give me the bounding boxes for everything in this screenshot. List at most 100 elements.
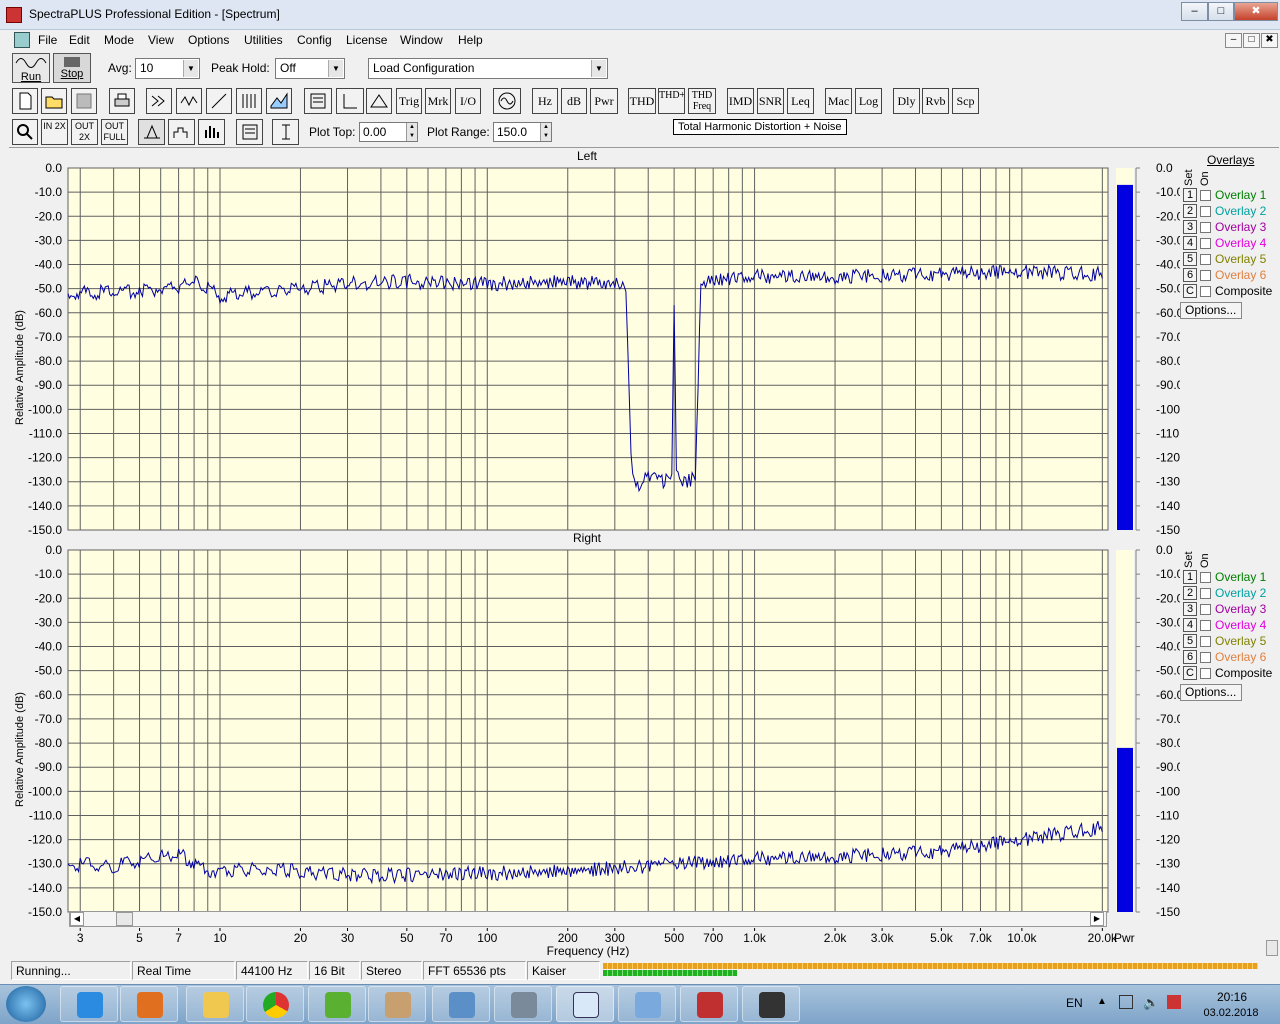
right-spectrum-chart[interactable]: 0.0 -10.0 -20.0 -30.0 -40.0 -50.0 -60.0 -70.0 -8… [0, 542, 1180, 922]
mdi-close-button[interactable]: ✖ [1261, 33, 1278, 48]
taskbar-spectraplus[interactable] [556, 986, 614, 1022]
overlay-set-button[interactable]: 2 [1183, 204, 1197, 218]
taskbar-m-app[interactable] [494, 986, 552, 1022]
overlay-checkbox[interactable] [1200, 604, 1211, 615]
rvb-button[interactable]: Rvb [922, 88, 949, 114]
overlay-checkbox[interactable] [1200, 286, 1211, 297]
io-button[interactable]: I/O [455, 88, 481, 114]
overlay-checkbox[interactable] [1200, 652, 1211, 663]
dly-button[interactable]: Dly [893, 88, 920, 114]
taskbar-chrome[interactable] [246, 986, 304, 1022]
avg-select[interactable]: 10 ▼ [135, 58, 200, 79]
menu-license[interactable]: License [346, 33, 387, 47]
menu-help[interactable]: Help [458, 33, 483, 47]
action-center-icon[interactable] [1167, 995, 1181, 1009]
network-icon[interactable] [1119, 995, 1133, 1009]
overlay-checkbox[interactable] [1200, 190, 1211, 201]
config-select[interactable]: Load Configuration ▼ [368, 58, 608, 79]
plot-properties-button[interactable] [236, 119, 263, 145]
overlay-set-button[interactable]: C [1183, 284, 1197, 298]
clock-date[interactable]: 03.02.2018 [1200, 1007, 1262, 1019]
new-file-button[interactable] [12, 88, 38, 114]
menu-mode[interactable]: Mode [104, 33, 134, 47]
mrk-button[interactable]: Mrk [425, 88, 451, 114]
mac-button[interactable]: Mac [825, 88, 852, 114]
horizontal-scrollbar[interactable] [69, 911, 1107, 927]
stop-button[interactable]: Stop [53, 53, 91, 83]
menu-file[interactable]: File [38, 33, 57, 47]
overlay-checkbox[interactable] [1200, 588, 1211, 599]
scroll-left-icon[interactable]: ◀ [70, 912, 84, 926]
menu-utilities[interactable]: Utilities [244, 33, 283, 47]
forward-button[interactable] [146, 88, 172, 114]
thd-n-button[interactable]: THD+N [658, 88, 685, 114]
overlay-checkbox[interactable] [1200, 620, 1211, 631]
overlay-set-button[interactable]: C [1183, 666, 1197, 680]
taskbar-utorrent[interactable] [308, 986, 366, 1022]
spin-down-icon[interactable]: ▼ [406, 132, 417, 141]
overlay-set-button[interactable]: 4 [1183, 618, 1197, 632]
scope-view-button[interactable] [176, 88, 202, 114]
overlay-checkbox[interactable] [1200, 222, 1211, 233]
document-icon[interactable] [14, 32, 30, 48]
menu-window[interactable]: Window [400, 33, 443, 47]
bar-plot-button[interactable] [198, 119, 225, 145]
zoom-full-button[interactable]: OUT FULL [101, 119, 128, 145]
overlay-set-button[interactable]: 3 [1183, 602, 1197, 616]
peak-hold-select[interactable]: Off ▼ [275, 58, 345, 79]
spectrogram-button[interactable] [236, 88, 262, 114]
close-button[interactable]: ✖ [1234, 2, 1278, 21]
overlay-set-button[interactable]: 5 [1183, 252, 1197, 266]
pwr-button[interactable]: Pwr [590, 88, 618, 114]
tray-expand-icon[interactable]: ▲ [1097, 996, 1107, 1007]
overlay-set-button[interactable]: 2 [1183, 586, 1197, 600]
thd-button[interactable]: THD [628, 88, 656, 114]
spin-down-icon[interactable]: ▼ [540, 132, 551, 141]
menu-config[interactable]: Config [297, 33, 332, 47]
taskbar-photos[interactable] [432, 986, 490, 1022]
overlay-checkbox[interactable] [1200, 572, 1211, 583]
left-spectrum-chart[interactable]: 0.0 -10.0 -20.0 -30.0 -40.0 -50.0 -60.0 -70.0 -8… [0, 160, 1180, 540]
start-button[interactable] [6, 986, 46, 1022]
overlay-checkbox[interactable] [1200, 636, 1211, 647]
volume-icon[interactable]: 🔈 [1143, 995, 1159, 1011]
maximize-button[interactable]: □ [1208, 2, 1234, 21]
menu-edit[interactable]: Edit [69, 33, 90, 47]
zoom-out-2x-button[interactable]: OUT 2X [71, 119, 98, 145]
spin-up-icon[interactable]: ▲ [540, 123, 551, 132]
trig-button[interactable]: Trig [396, 88, 422, 114]
plot-top-input[interactable]: 0.00 ▲ ▼ [359, 122, 418, 142]
zoom-button[interactable] [12, 119, 38, 145]
clock-time[interactable]: 20:16 [1207, 990, 1257, 1004]
db-button[interactable]: dB [561, 88, 587, 114]
overlay-options-button-left[interactable]: Options... [1180, 302, 1242, 319]
ramp-button[interactable] [206, 88, 232, 114]
open-button[interactable] [41, 88, 67, 114]
run-button[interactable]: Run [12, 53, 50, 83]
axis-button[interactable] [336, 88, 364, 114]
peak-button[interactable] [366, 88, 392, 114]
overlay-checkbox[interactable] [1200, 254, 1211, 265]
signal-generator-button[interactable] [493, 88, 521, 114]
scp-button[interactable]: Scp [952, 88, 979, 114]
overlay-checkbox[interactable] [1200, 206, 1211, 217]
taskbar-media-player[interactable] [120, 986, 178, 1022]
line-plot-button[interactable] [138, 119, 165, 145]
taskbar-clapper[interactable] [742, 986, 800, 1022]
taskbar-toolbox[interactable] [680, 986, 738, 1022]
overlay-checkbox[interactable] [1200, 270, 1211, 281]
leq-button[interactable]: Leq [787, 88, 814, 114]
minimize-button[interactable]: ‒ [1181, 2, 1208, 21]
save-button[interactable] [71, 88, 97, 114]
snr-button[interactable]: SNR [757, 88, 784, 114]
overlay-checkbox[interactable] [1200, 238, 1211, 249]
taskbar-explorer[interactable] [186, 986, 244, 1022]
thd-freq-button[interactable]: THD Freq [688, 88, 716, 114]
step-plot-button[interactable] [168, 119, 195, 145]
zoom-in-2x-button[interactable]: IN 2X [41, 119, 68, 145]
scroll-thumb[interactable] [116, 912, 133, 926]
overlay-set-button[interactable]: 6 [1183, 650, 1197, 664]
overlay-set-button[interactable]: 6 [1183, 268, 1197, 282]
overlay-checkbox[interactable] [1200, 668, 1211, 679]
autoscale-button[interactable] [272, 119, 299, 145]
